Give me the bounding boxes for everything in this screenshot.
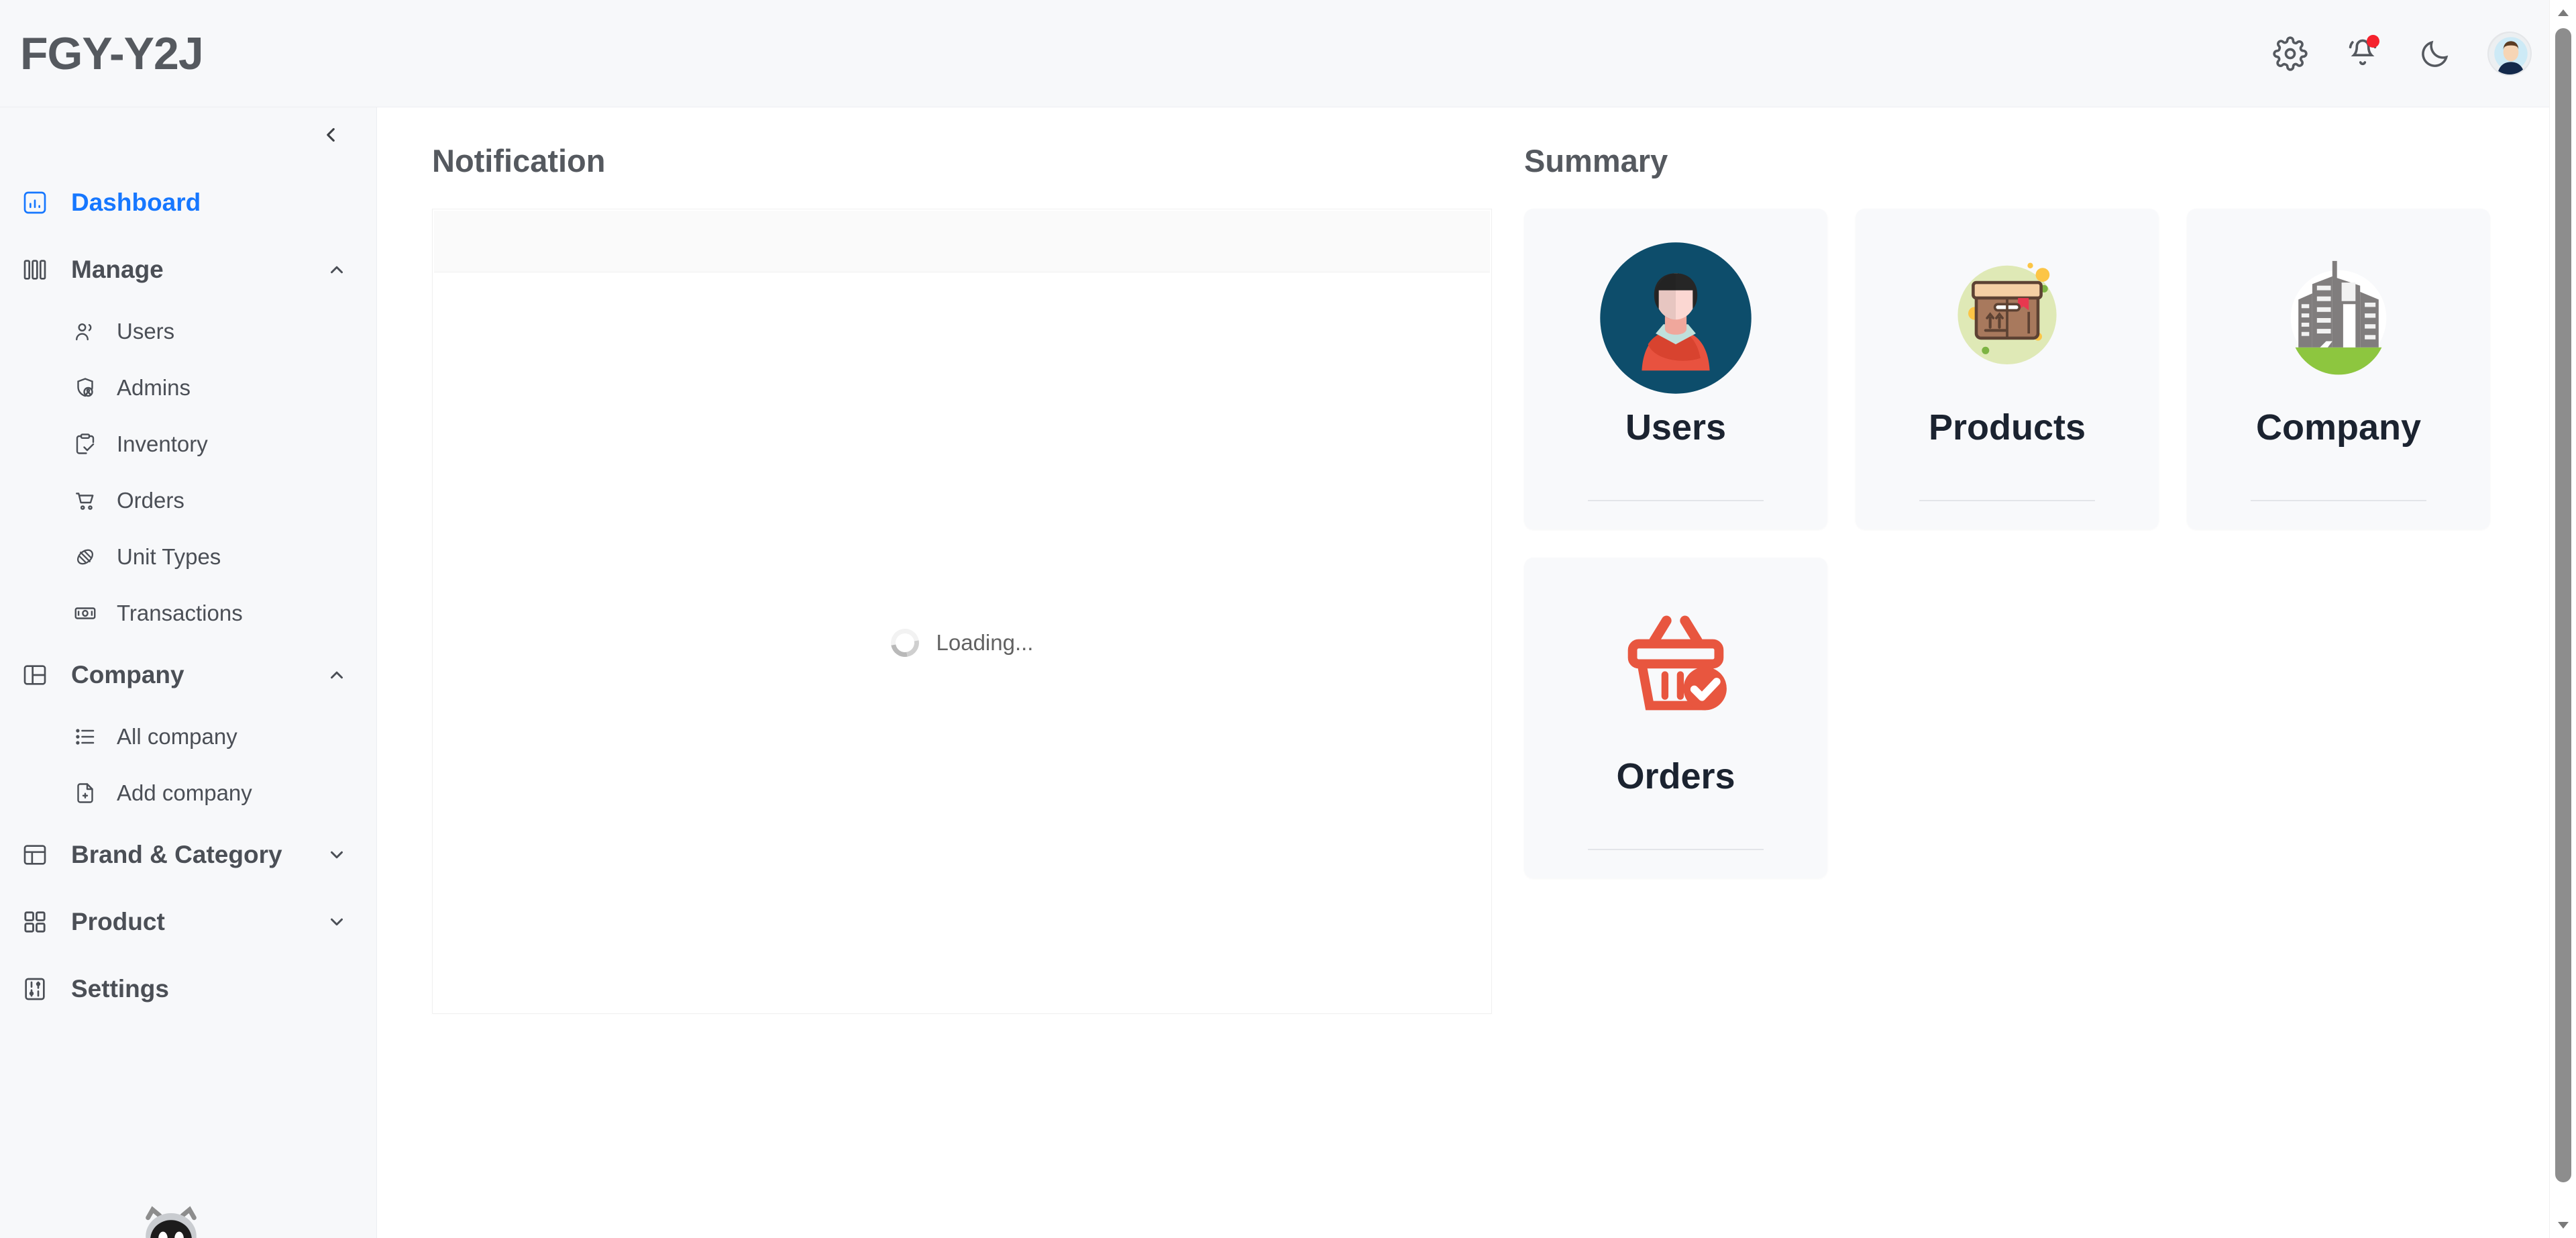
sidebar-item-label: Manage <box>71 256 164 284</box>
mascot-logo <box>134 1192 208 1238</box>
scroll-up-arrow-icon[interactable] <box>2550 0 2576 25</box>
sidebar-item-dashboard[interactable]: Dashboard <box>0 169 376 236</box>
sidebar-item-brand-category[interactable]: Brand & Category <box>0 821 376 888</box>
user-avatar-illustration <box>1594 236 1758 400</box>
layers-icon <box>72 544 98 570</box>
card-divider <box>1588 849 1764 850</box>
sidebar-item-label: Brand & Category <box>71 841 282 869</box>
notification-badge-dot <box>2367 35 2379 48</box>
sidebar-item-label: Inventory <box>117 431 208 457</box>
notification-column: Notification Loading... <box>432 142 1492 1238</box>
scrollbar-track[interactable] <box>2550 25 2576 1213</box>
summary-column: Summary <box>1524 142 2536 1238</box>
notification-panel: Loading... <box>432 209 1492 1014</box>
card-divider <box>1588 500 1764 501</box>
sidebar-item-label: Dashboard <box>71 189 201 217</box>
dashboard-chart-icon <box>20 188 50 217</box>
summary-card-label: Products <box>1929 407 2086 448</box>
layout-panel-icon <box>20 660 50 690</box>
summary-card-users[interactable]: Users <box>1524 209 1827 529</box>
main-content: Notification Loading... Summary <box>377 107 2576 1238</box>
sidebar-item-orders[interactable]: Orders <box>0 472 376 529</box>
sidebar-item-label: Unit Types <box>117 544 221 570</box>
sidebar-item-label: Add company <box>117 780 252 806</box>
sidebar-item-label: Transactions <box>117 601 243 626</box>
summary-card-label: Users <box>1625 407 1726 448</box>
chevron-down-icon[interactable] <box>325 911 348 933</box>
notification-table-header <box>434 211 1490 272</box>
scrollbar-thumb[interactable] <box>2555 28 2571 1182</box>
summary-card-label: Orders <box>1616 756 1735 797</box>
sidebar-item-add-company[interactable]: Add company <box>0 765 376 821</box>
users-icon <box>72 319 98 344</box>
card-divider <box>1919 500 2095 501</box>
sidebar-item-transactions[interactable]: Transactions <box>0 585 376 641</box>
sidebar-item-inventory[interactable]: Inventory <box>0 416 376 472</box>
sidebar-item-label: Company <box>71 661 184 689</box>
chevron-up-icon[interactable] <box>325 258 348 281</box>
sidebar-item-label: Orders <box>117 488 184 513</box>
sliders-icon <box>20 974 50 1004</box>
bell-icon[interactable] <box>2343 34 2383 74</box>
list-icon <box>72 724 98 750</box>
chevron-up-icon[interactable] <box>325 664 348 686</box>
loading-label: Loading... <box>936 630 1034 656</box>
clipboard-check-icon <box>72 431 98 457</box>
avatar[interactable] <box>2487 32 2532 76</box>
page-title: FGY-Y2J <box>20 31 203 76</box>
sidebar-item-all-company[interactable]: All company <box>0 709 376 765</box>
office-buildings-illustration <box>2257 236 2421 400</box>
scroll-down-arrow-icon[interactable] <box>2550 1213 2576 1238</box>
sidebar: Dashboard Manage <box>0 107 377 1238</box>
sidebar-item-manage[interactable]: Manage <box>0 236 376 303</box>
sidebar-item-label: Product <box>71 908 165 936</box>
sidebar-item-label: Admins <box>117 375 191 401</box>
grid-four-icon <box>20 907 50 937</box>
sidebar-item-label: All company <box>117 724 237 750</box>
chevron-down-icon[interactable] <box>325 843 348 866</box>
summary-card-products[interactable]: Products <box>1856 209 2159 529</box>
summary-card-label: Company <box>2256 407 2421 448</box>
loading-spinner <box>885 623 924 662</box>
sidebar-collapse-row <box>0 107 376 162</box>
sidebar-nav: Dashboard Manage <box>0 162 376 1023</box>
sidebar-item-label: Settings <box>71 975 169 1003</box>
notification-title: Notification <box>432 142 1492 179</box>
app-root: FGY-Y2J <box>0 0 2576 1238</box>
header-actions <box>2270 32 2532 76</box>
package-box-illustration <box>1925 236 2090 400</box>
file-plus-icon <box>72 780 98 806</box>
vertical-scrollbar[interactable] <box>2549 0 2576 1238</box>
sidebar-item-users[interactable]: Users <box>0 303 376 360</box>
columns-icon <box>20 255 50 285</box>
chevron-left-icon[interactable] <box>315 119 346 150</box>
summary-card-company[interactable]: Company <box>2187 209 2490 529</box>
summary-cards: Users <box>1524 209 2536 878</box>
sidebar-item-admins[interactable]: Admins <box>0 360 376 416</box>
card-divider <box>2251 500 2426 501</box>
moon-icon[interactable] <box>2415 34 2455 74</box>
sidebar-item-company[interactable]: Company <box>0 641 376 709</box>
shield-user-icon <box>72 375 98 401</box>
banknote-icon <box>72 601 98 626</box>
sidebar-item-label: Users <box>117 319 174 344</box>
body-row: Dashboard Manage <box>0 107 2576 1238</box>
app-header: FGY-Y2J <box>0 0 2576 107</box>
sidebar-item-product[interactable]: Product <box>0 888 376 956</box>
summary-card-orders[interactable]: Orders <box>1524 558 1827 878</box>
layout-top-icon <box>20 840 50 870</box>
gear-icon[interactable] <box>2270 34 2310 74</box>
sidebar-item-settings[interactable]: Settings <box>0 956 376 1023</box>
sidebar-item-unit-types[interactable]: Unit Types <box>0 529 376 585</box>
notification-loading-state: Loading... <box>433 272 1491 1013</box>
shopping-basket-check-illustration <box>1594 584 1758 749</box>
cart-icon <box>72 488 98 513</box>
summary-title: Summary <box>1524 142 2536 179</box>
